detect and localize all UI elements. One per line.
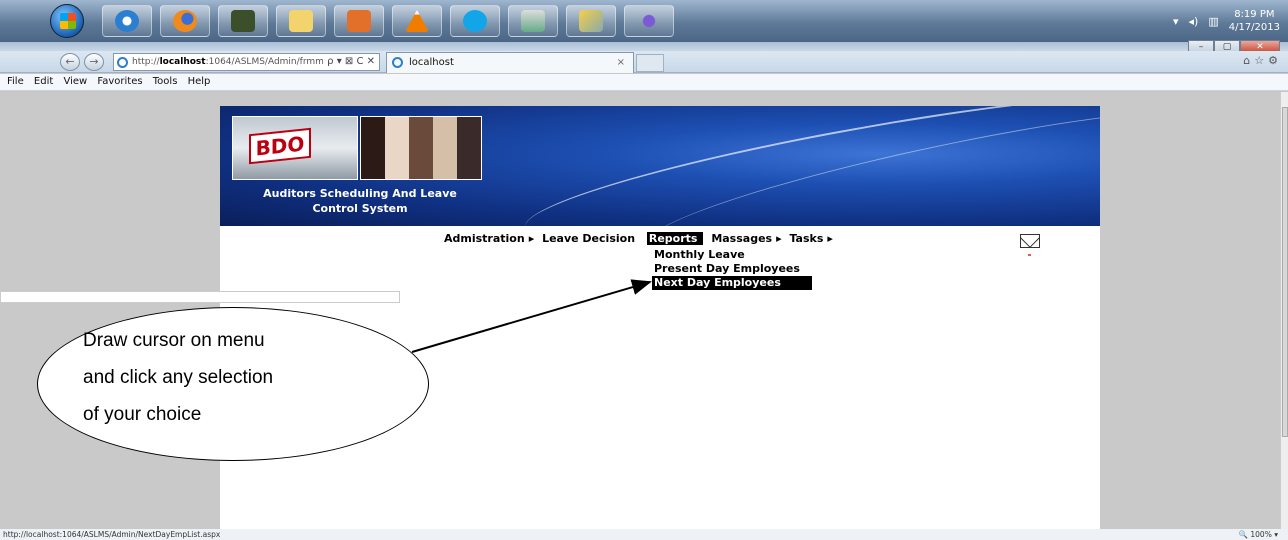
callout-arrow: [411, 279, 652, 353]
arrow-line: [411, 279, 652, 353]
